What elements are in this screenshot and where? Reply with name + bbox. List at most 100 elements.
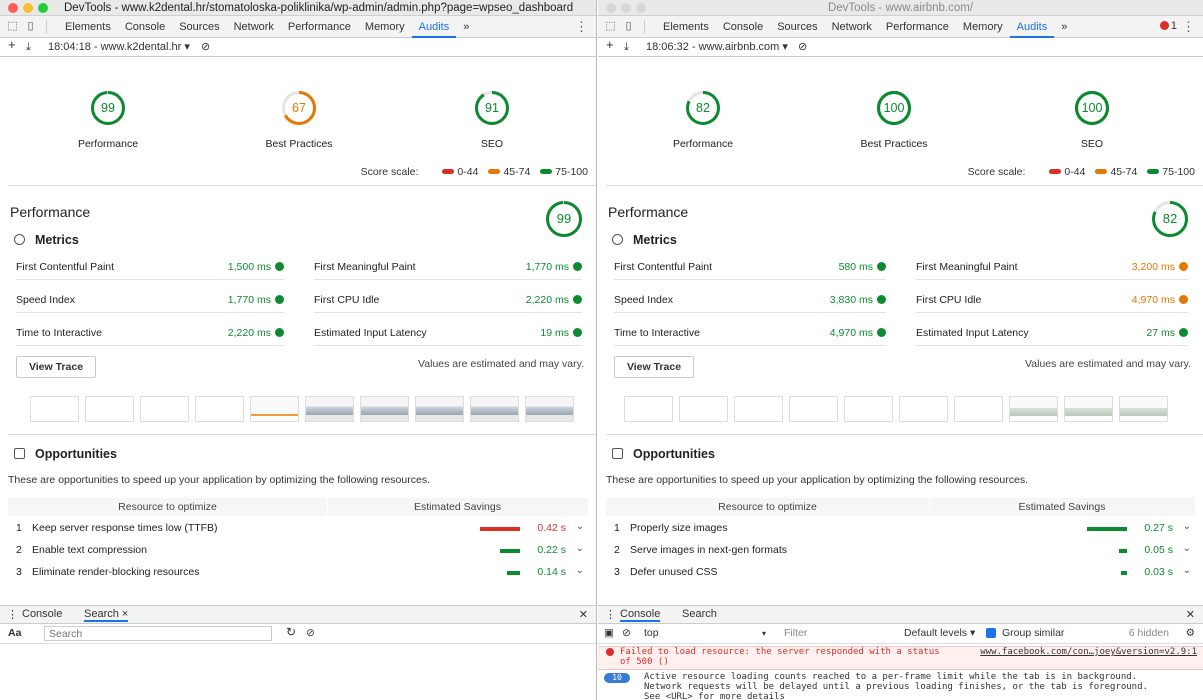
tab-sources[interactable]: Sources xyxy=(172,16,226,38)
tab-console[interactable]: Console xyxy=(716,16,770,38)
download-report-icon[interactable]: ⤓ xyxy=(26,40,31,54)
screen: DevTools - www.k2dental.hr/stomatoloska-… xyxy=(0,0,1203,700)
log-levels-select[interactable]: Default levels ▾ xyxy=(904,627,975,639)
check-circle-icon xyxy=(1179,328,1188,337)
opportunity-row[interactable]: 3 Eliminate render-blocking resources 0.14… xyxy=(8,562,588,584)
tab-sources[interactable]: Sources xyxy=(770,16,824,38)
opportunities-title: Opportunities xyxy=(35,447,117,461)
context-select[interactable]: top xyxy=(644,627,659,639)
metric-value-text: 3,200 ms xyxy=(1131,261,1175,273)
chevron-down-icon[interactable]: ⌄ xyxy=(1183,543,1191,554)
error-count-badge[interactable]: 1 xyxy=(1159,20,1177,32)
opportunity-savings: 0.27 s xyxy=(1144,522,1173,534)
tab-network[interactable]: Network xyxy=(227,16,281,38)
new-audit-icon[interactable]: + xyxy=(606,38,614,52)
tab-performance[interactable]: Performance xyxy=(879,16,956,38)
opportunity-row[interactable]: 1 Properly size images 0.27 s ⌄ xyxy=(606,518,1195,540)
scale-range: 45-74 xyxy=(503,166,531,178)
clear-icon[interactable]: ⊘ xyxy=(798,40,807,54)
download-report-icon[interactable]: ⤓ xyxy=(624,40,629,54)
score-value: 91 xyxy=(485,101,499,115)
gauge-seo[interactable]: 100 xyxy=(1074,90,1110,126)
console-drawer: ⋮ Console Search × ✕ Aa ↻ ⊘ xyxy=(0,605,596,700)
traffic-light-minimize[interactable] xyxy=(23,3,33,13)
chevron-down-icon[interactable]: ⌄ xyxy=(1183,565,1191,576)
opportunity-row[interactable]: 3 Defer unused CSS 0.03 s ⌄ xyxy=(606,562,1195,584)
clear-console-icon[interactable]: ⊘ xyxy=(622,627,631,639)
drawer-tab-console[interactable]: Console xyxy=(620,606,661,622)
drawer-close-icon[interactable]: ✕ xyxy=(579,608,588,621)
tab-console[interactable]: Console xyxy=(118,16,172,38)
tab-elements[interactable]: Elements xyxy=(656,16,716,38)
chevron-down-icon[interactable]: ⌄ xyxy=(576,543,584,554)
view-trace-button[interactable]: View Trace xyxy=(614,356,694,378)
more-options-icon[interactable]: ⋮ xyxy=(575,19,588,35)
tab-audits[interactable]: Audits xyxy=(1009,16,1055,38)
report-select[interactable]: 18:04:18 - www.k2dental.hr ▾ xyxy=(48,40,190,54)
repeat-count-badge: 10 xyxy=(604,673,630,683)
traffic-light-zoom[interactable] xyxy=(38,3,48,13)
device-toggle-icon[interactable]: ▯ xyxy=(622,20,635,33)
tab-memory[interactable]: Memory xyxy=(358,16,412,38)
view-trace-button[interactable]: View Trace xyxy=(16,356,96,378)
refresh-icon[interactable]: ↻ xyxy=(286,625,296,639)
more-options-icon[interactable]: ⋮ xyxy=(1182,19,1195,35)
gauge-label: Performance xyxy=(672,138,734,150)
chevron-down-icon[interactable]: ⌄ xyxy=(1183,521,1191,532)
filmstrip-frame xyxy=(360,396,409,422)
warning-circle-icon xyxy=(1179,262,1188,271)
opportunity-row[interactable]: 2 Serve images in next-gen formats 0.05 s ⌄ xyxy=(606,540,1195,562)
tab-network[interactable]: Network xyxy=(825,16,879,38)
opportunity-row[interactable]: 1 Keep server response times low (TTFB) 0.… xyxy=(8,518,588,540)
divider xyxy=(606,185,1203,186)
filter-input[interactable]: Filter xyxy=(784,627,807,639)
savings-bar xyxy=(480,527,520,531)
drawer-close-icon[interactable]: ✕ xyxy=(1186,608,1195,621)
inspect-element-icon[interactable]: ⬚ xyxy=(6,20,19,33)
drawer-menu-icon[interactable]: ⋮ xyxy=(605,608,616,621)
inspect-element-icon[interactable]: ⬚ xyxy=(604,20,617,33)
audit-report: 82 Performance 100 Best Practices 100 SEO Scor… xyxy=(598,58,1203,605)
chevron-down-icon[interactable]: ⌄ xyxy=(576,565,584,576)
gauge-performance[interactable]: 82 xyxy=(685,90,721,126)
tab-memory[interactable]: Memory xyxy=(956,16,1010,38)
tab-[interactable]: » xyxy=(1054,16,1074,38)
drawer-tab-search[interactable]: Search xyxy=(682,608,717,620)
drawer-menu-icon[interactable]: ⋮ xyxy=(7,608,18,621)
opportunity-number: 2 xyxy=(16,544,22,556)
new-audit-icon[interactable]: + xyxy=(8,38,16,52)
gauge-best-practices[interactable]: 67 xyxy=(281,90,317,126)
drawer-tab-console[interactable]: Console xyxy=(22,608,62,620)
metric-divider xyxy=(916,312,1188,313)
tab-elements[interactable]: Elements xyxy=(58,16,118,38)
chevron-down-icon[interactable]: ⌄ xyxy=(576,521,584,532)
clear-icon[interactable]: ⊘ xyxy=(201,40,210,54)
console-source-link[interactable]: www.facebook.com/con…joey&version=v2.9:1 xyxy=(980,647,1197,657)
opportunities-title: Opportunities xyxy=(633,447,715,461)
tab-performance[interactable]: Performance xyxy=(281,16,358,38)
gauge-best-practices[interactable]: 100 xyxy=(876,90,912,126)
traffic-light-close[interactable] xyxy=(8,3,18,13)
tab-audits[interactable]: Audits xyxy=(411,16,457,38)
scale-swatch xyxy=(1147,169,1160,174)
match-case-toggle[interactable]: Aa xyxy=(8,627,21,639)
gauge-performance[interactable]: 99 xyxy=(90,90,126,126)
section-title-performance: Performance xyxy=(10,204,91,220)
gauge-label: Performance xyxy=(77,138,139,150)
gauge-seo[interactable]: 91 xyxy=(474,90,510,126)
metric-value-text: 2,220 ms xyxy=(227,327,271,339)
sidebar-toggle-icon[interactable]: ▣ xyxy=(604,627,614,639)
opportunity-row[interactable]: 2 Enable text compression 0.22 s ⌄ xyxy=(8,540,588,562)
device-toggle-icon[interactable]: ▯ xyxy=(24,20,37,33)
metric-value-text: 4,970 ms xyxy=(829,327,873,339)
search-input[interactable] xyxy=(44,626,272,641)
console-settings-icon[interactable]: ⚙ xyxy=(1186,627,1195,639)
audits-subbar: + ⤓ 18:06:32 - www.airbnb.com ▾ ⊘ xyxy=(598,38,1203,57)
group-similar-checkbox[interactable] xyxy=(986,628,996,638)
opportunity-label: Enable text compression xyxy=(32,544,147,556)
tab-[interactable]: » xyxy=(456,16,476,38)
report-select[interactable]: 18:06:32 - www.airbnb.com ▾ xyxy=(646,40,788,54)
drawer-tab-search[interactable]: Search × xyxy=(84,606,129,622)
clear-search-icon[interactable]: ⊘ xyxy=(306,627,315,639)
audits-subbar: + ⤓ 18:04:18 - www.k2dental.hr ▾ ⊘ xyxy=(0,38,596,57)
